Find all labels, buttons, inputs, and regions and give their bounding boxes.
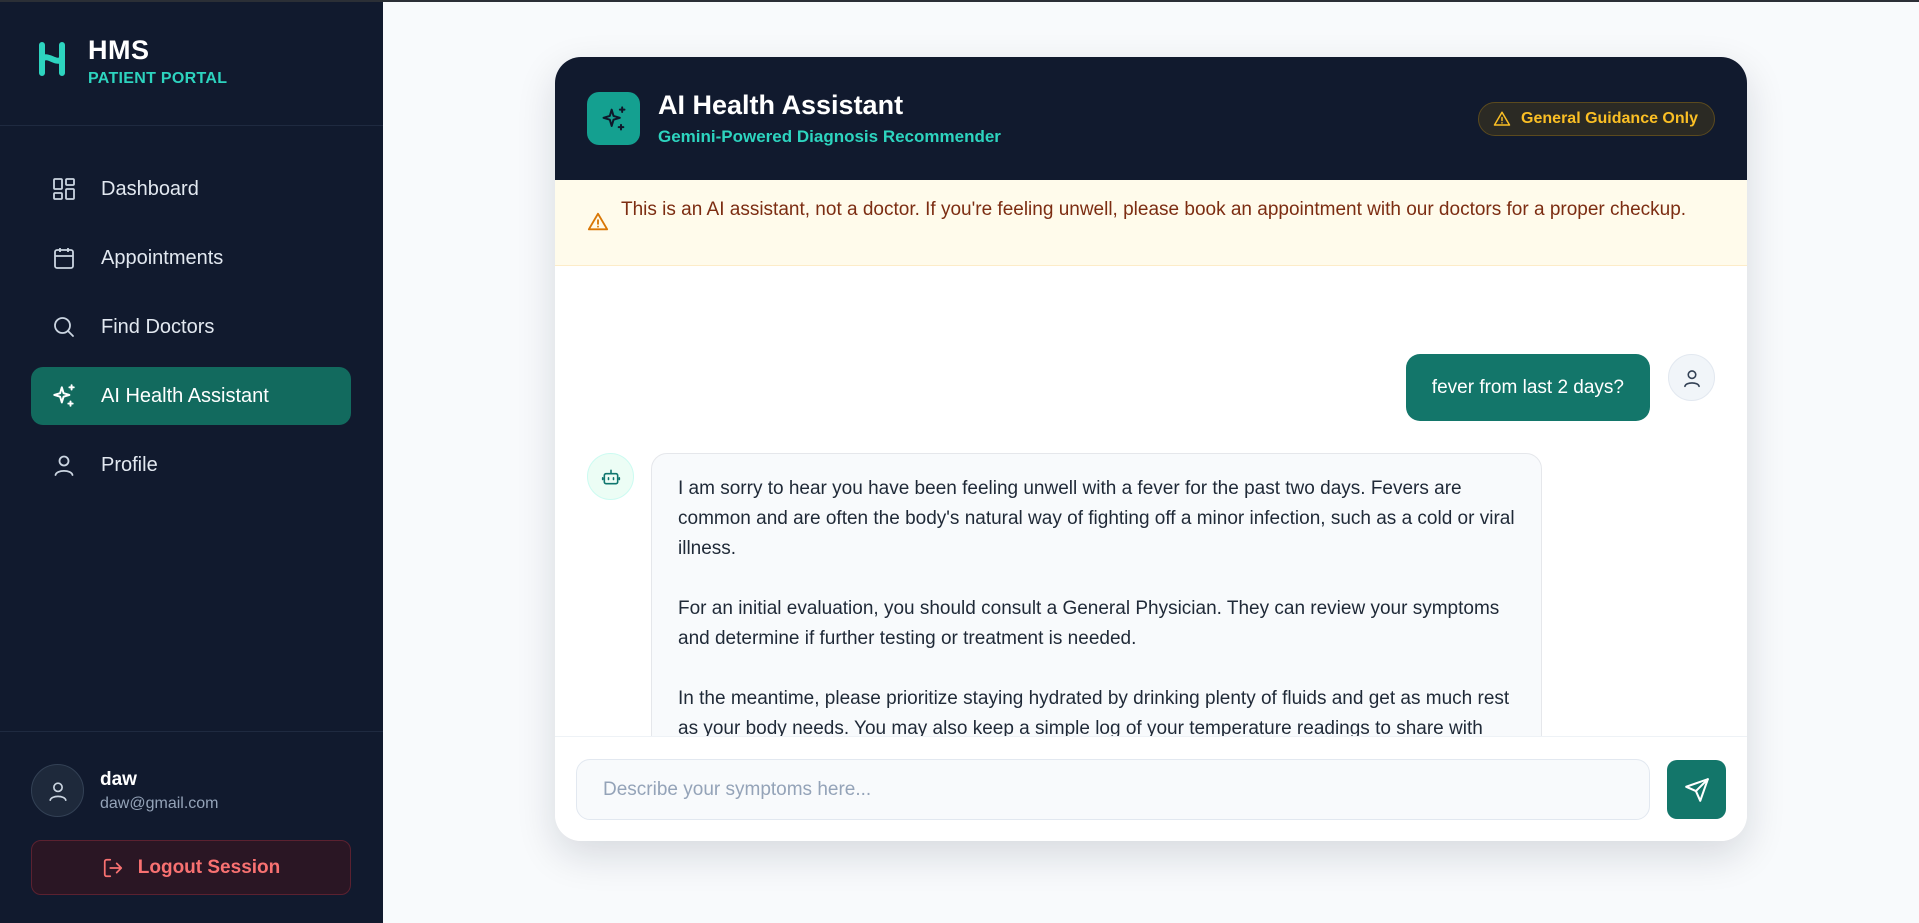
sidebar-item-dashboard[interactable]: Dashboard [31,160,351,218]
symptom-input[interactable] [576,759,1650,820]
logout-button[interactable]: Logout Session [31,840,351,895]
warning-triangle-icon [1493,110,1511,128]
assistant-message-paragraph: For an initial evaluation, you should co… [678,598,1500,649]
user-message: fever from last 2 days? [1405,354,1715,421]
message-list[interactable]: fever from last 2 days? I am sorry to he… [555,266,1747,793]
sidebar-item-find-doctors[interactable]: Find Doctors [31,298,351,356]
sparkles-icon [51,383,77,409]
user-icon [1683,369,1700,387]
sidebar-item-profile[interactable]: Profile [31,436,351,494]
chat-title: AI Health Assistant [658,90,904,120]
send-button[interactable] [1667,760,1726,819]
chat-card: AI Health Assistant Gemini-Powered Diagn… [555,57,1747,841]
warning-triangle-icon [587,211,609,233]
sparkles-icon [587,92,640,145]
sidebar: HMS PATIENT PORTAL Dashboard Appointment… [0,2,383,923]
dashboard-grid-icon [51,176,77,202]
user-email: daw@gmail.com [100,794,219,812]
sidebar-item-label: Profile [101,453,158,476]
sidebar-item-label: AI Health Assistant [101,384,269,407]
brand-subtitle: PATIENT PORTAL [88,70,228,87]
bot-icon [587,453,634,500]
sidebar-item-label: Dashboard [101,177,199,200]
sidebar-nav: Dashboard Appointments Find Doctors AI H… [31,160,351,505]
send-icon [1684,777,1709,802]
sidebar-item-label: Appointments [101,246,224,269]
disclaimer-text: This is an AI assistant, not a doctor. I… [621,199,1687,220]
sidebar-footer: daw daw@gmail.com Logout Session [0,731,383,923]
status-badge: General Guidance Only [1478,102,1715,136]
sidebar-item-ai-health-assistant[interactable]: AI Health Assistant [31,367,351,425]
calendar-icon [51,245,77,271]
brand-header: HMS PATIENT PORTAL [0,2,383,126]
logout-icon [102,857,124,879]
avatar [1668,354,1715,401]
user-icon [48,781,67,801]
sidebar-item-label: Find Doctors [101,315,215,338]
chat-subtitle: Gemini-Powered Diagnosis Recommender [658,127,1001,146]
assistant-message-paragraph: I am sorry to hear you have been feeling… [678,478,1515,559]
hms-logo-icon [39,41,65,76]
logout-label: Logout Session [137,856,281,878]
current-user: daw daw@gmail.com [31,764,219,817]
chat-header: AI Health Assistant Gemini-Powered Diagn… [555,57,1747,180]
search-icon [51,314,77,340]
user-message-bubble: fever from last 2 days? [1405,354,1650,421]
user-name: daw [100,768,137,790]
avatar [31,764,84,817]
chat-input-bar [555,736,1747,841]
badge-label: General Guidance Only [1521,110,1698,127]
disclaimer-banner: This is an AI assistant, not a doctor. I… [555,180,1747,266]
user-icon [51,452,77,478]
sidebar-item-appointments[interactable]: Appointments [31,229,351,287]
brand-title: HMS [88,35,150,65]
